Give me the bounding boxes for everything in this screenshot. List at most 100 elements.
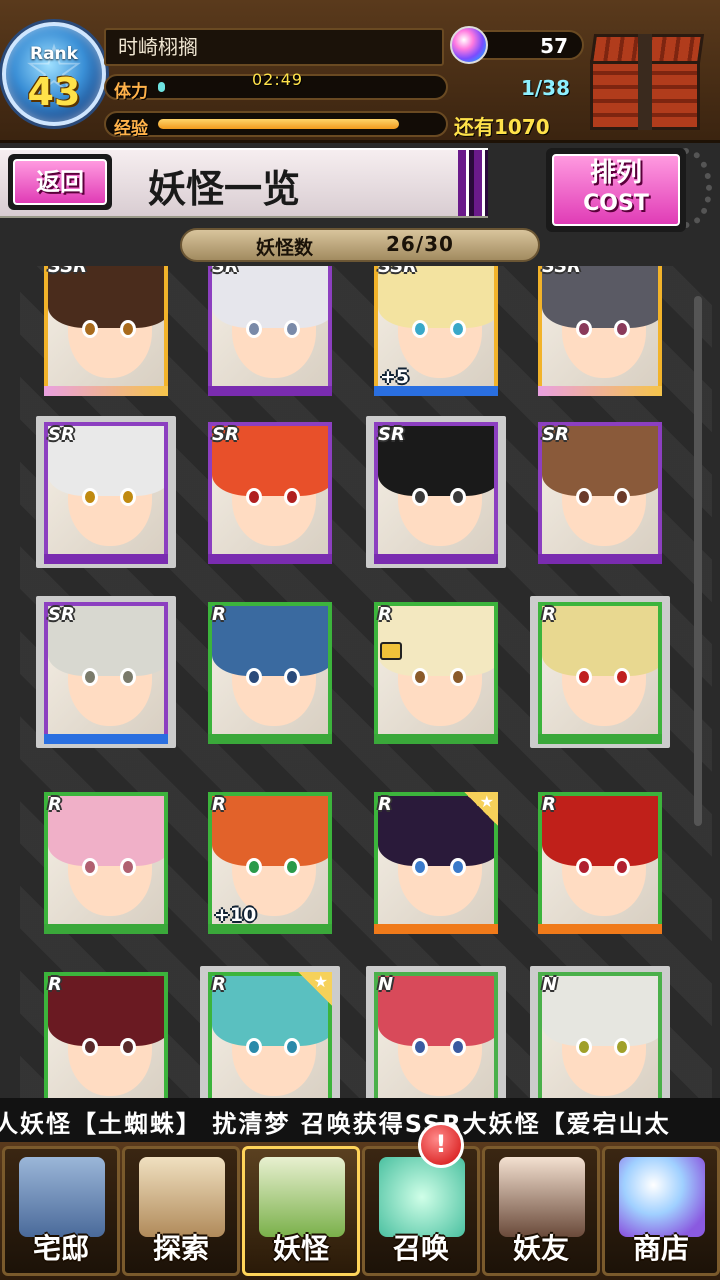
rarity-badge: R bbox=[212, 794, 226, 815]
rarity-badge: SR bbox=[212, 424, 239, 445]
portrait-hair bbox=[48, 796, 164, 866]
sort-button[interactable]: 排列 COST bbox=[546, 148, 686, 232]
rarity-strip bbox=[374, 924, 498, 934]
rarity-badge: N bbox=[542, 974, 558, 995]
portrait-eye bbox=[450, 1038, 466, 1056]
rarity-strip bbox=[44, 386, 168, 396]
monster-portrait bbox=[44, 792, 168, 932]
rarity-badge: SR bbox=[48, 604, 75, 625]
portrait-hair bbox=[542, 606, 658, 676]
portrait-eye bbox=[614, 320, 630, 338]
monster-portrait bbox=[374, 602, 498, 742]
monster-card[interactable]: R bbox=[36, 966, 176, 1098]
stamina-timer: 02:49 bbox=[252, 70, 304, 89]
stamina-fill bbox=[158, 82, 166, 92]
portrait-eye bbox=[412, 1038, 428, 1056]
portrait-eye bbox=[82, 668, 98, 686]
monster-count-label: 妖怪数 bbox=[256, 237, 314, 259]
back-button-label: 返回 bbox=[13, 159, 107, 205]
portrait-eye bbox=[246, 1038, 262, 1056]
enhance-level: +10 bbox=[214, 904, 257, 926]
rarity-badge: SSR bbox=[542, 266, 582, 277]
player-name: 时崎栩搁 bbox=[104, 28, 444, 66]
exp-bar: 经验 bbox=[104, 111, 448, 139]
rarity-strip bbox=[208, 554, 332, 564]
present-box-strap bbox=[638, 34, 652, 130]
back-button[interactable]: 返回 bbox=[8, 154, 112, 210]
ticker-text: 人妖怪【土蜘蛛】 扰清梦 召唤获得SSR大妖怪【爱宕山太 bbox=[0, 1110, 671, 1138]
monster-portrait bbox=[208, 602, 332, 742]
monster-portrait bbox=[44, 972, 168, 1098]
monster-card[interactable]: SSR bbox=[36, 266, 176, 400]
monster-portrait bbox=[208, 266, 332, 394]
monster-card[interactable]: N bbox=[530, 966, 670, 1098]
portrait-eye bbox=[576, 858, 592, 876]
rank-badge[interactable]: ☆ Rank 43 bbox=[2, 22, 106, 126]
monster-card[interactable]: SR bbox=[36, 416, 176, 568]
portrait-eye bbox=[450, 668, 466, 686]
monster-card[interactable]: SR bbox=[36, 596, 176, 748]
rarity-badge: R bbox=[48, 794, 62, 815]
monster-card[interactable]: R ★ bbox=[366, 786, 506, 938]
portrait-eye bbox=[82, 488, 98, 506]
present-box-icon[interactable] bbox=[586, 34, 712, 132]
monster-count-value: 26/30 bbox=[386, 232, 454, 256]
monster-card[interactable]: SR bbox=[200, 266, 340, 400]
monster-portrait bbox=[538, 266, 662, 394]
gem-counter[interactable]: 57 bbox=[450, 26, 584, 64]
portrait-eye bbox=[82, 1038, 98, 1056]
portrait-eye bbox=[450, 858, 466, 876]
monster-card[interactable]: SR bbox=[530, 416, 670, 568]
portrait-eye bbox=[284, 668, 300, 686]
monster-card[interactable]: R ★ bbox=[200, 966, 340, 1098]
nav-item-1[interactable]: 宅邸 bbox=[2, 1146, 120, 1276]
magnifier-map-icon bbox=[139, 1157, 225, 1237]
monster-card[interactable]: R bbox=[366, 596, 506, 748]
monster-card[interactable]: SSR bbox=[530, 266, 670, 400]
nav-item-2[interactable]: 探索 bbox=[122, 1146, 240, 1276]
rarity-badge: R bbox=[378, 794, 392, 815]
monster-card[interactable]: N bbox=[366, 966, 506, 1098]
nav-item-5[interactable]: 妖友 bbox=[482, 1146, 600, 1276]
rarity-badge: SR bbox=[542, 424, 569, 445]
rarity-strip bbox=[374, 554, 498, 564]
favorite-star-icon: ★ bbox=[464, 792, 498, 826]
rarity-strip bbox=[208, 734, 332, 744]
rarity-strip bbox=[208, 386, 332, 396]
monster-card[interactable]: R +10 bbox=[200, 786, 340, 938]
stamina-bar: 体力 02:49 bbox=[104, 70, 448, 102]
rarity-badge: SSR bbox=[48, 266, 88, 277]
monster-card[interactable]: R bbox=[530, 786, 670, 938]
scrollbar[interactable] bbox=[694, 296, 702, 826]
portrait-eye bbox=[284, 488, 300, 506]
monster-grid[interactable]: SSR SR SSR +5 SSR SR SR SR SR SR R R R R R +10 R ★ R R R ★ N N bbox=[20, 266, 712, 1098]
monster-portrait bbox=[538, 602, 662, 742]
sort-mode: COST bbox=[583, 191, 649, 216]
portrait-eye bbox=[120, 858, 136, 876]
monster-card[interactable]: SR bbox=[200, 416, 340, 568]
portrait-eye bbox=[284, 858, 300, 876]
monster-card[interactable]: R bbox=[200, 596, 340, 748]
monster-card[interactable]: R bbox=[36, 786, 176, 938]
nav-label: 召唤 bbox=[392, 1232, 449, 1265]
monster-card[interactable]: SR bbox=[366, 416, 506, 568]
nav-label: 妖怪 bbox=[272, 1232, 329, 1265]
portrait-eye bbox=[576, 488, 592, 506]
monster-card[interactable]: R bbox=[530, 596, 670, 748]
portrait-eye bbox=[284, 320, 300, 338]
nav-item-3[interactable]: 妖怪 bbox=[242, 1146, 360, 1276]
favorite-star-icon: ★ bbox=[298, 972, 332, 1006]
nav-label: 妖友 bbox=[512, 1232, 569, 1265]
sort-button-face: 排列 COST bbox=[552, 154, 680, 226]
gem-orb-icon bbox=[450, 26, 488, 64]
monster-card[interactable]: SSR +5 bbox=[366, 266, 506, 400]
rank-value: 43 bbox=[27, 70, 81, 114]
portrait-eye bbox=[120, 488, 136, 506]
nav-item-4[interactable]: 召唤 bbox=[362, 1146, 480, 1276]
nav-item-6[interactable]: 商店 bbox=[602, 1146, 720, 1276]
nav-label: 商店 bbox=[632, 1232, 689, 1265]
stamina-count: 1/38 bbox=[520, 76, 570, 100]
portrait-eye bbox=[82, 858, 98, 876]
exp-label: 经验 bbox=[114, 119, 148, 139]
rarity-badge: SR bbox=[378, 424, 405, 445]
